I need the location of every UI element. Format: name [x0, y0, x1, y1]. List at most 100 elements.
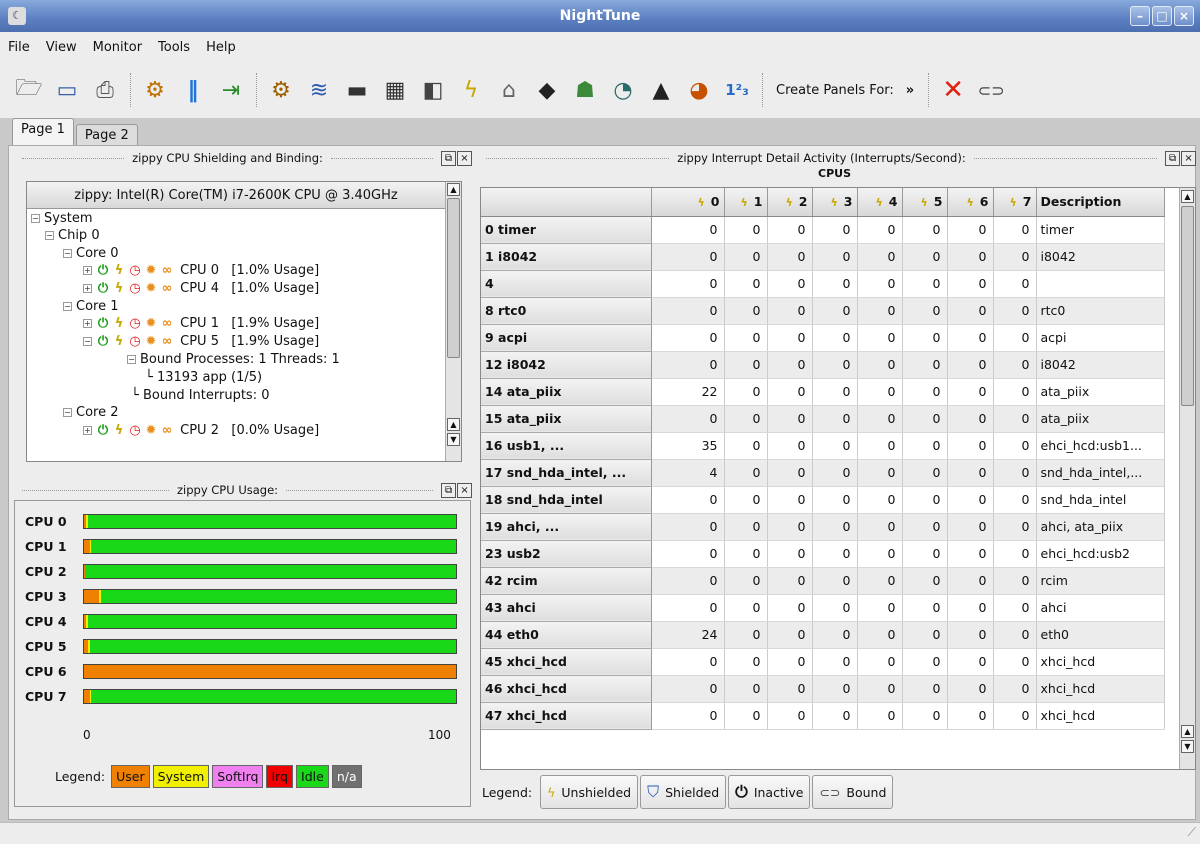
clock-icon[interactable]: ◕ [684, 75, 714, 105]
interrupt-name[interactable]: 45 xhci_hcd [481, 648, 652, 676]
table-row[interactable]: 8 rtc0 0 0 0 0 0 0 0 0 rtc0 [481, 297, 1182, 325]
table-row[interactable]: 14 ata_piix 22 0 0 0 0 0 0 0 ata_piix [481, 378, 1182, 406]
tree-node-cpu4[interactable]: + ⏻ ϟ ◷ ✹ ∞ CPU 4 [1.0% Usage] [83, 280, 319, 297]
table-row[interactable]: 42 rcim 0 0 0 0 0 0 0 0 rcim [481, 567, 1182, 595]
shield-stack-icon[interactable]: ≋ [304, 75, 334, 105]
column-header-cpu[interactable]: ϟ0 [651, 188, 725, 217]
bound-connector-icon[interactable]: ⊂⊃ [976, 75, 1006, 105]
interrupt-name[interactable]: 1 i8042 [481, 243, 652, 271]
tab-page-1[interactable]: Page 1 [12, 118, 74, 146]
interrupt-name[interactable]: 17 snd_hda_intel, ... [481, 459, 652, 487]
interrupt-name[interactable]: 4 [481, 270, 652, 298]
create-panels-overflow[interactable]: » [906, 83, 914, 98]
tree-node-system[interactable]: − System [31, 210, 92, 227]
print-icon[interactable]: ⎙ [90, 75, 120, 105]
close-panel-icon[interactable]: × [1181, 150, 1197, 166]
column-header-cpu[interactable]: ϟ2 [767, 188, 813, 217]
tree-node-core1[interactable]: − Core 1 [63, 298, 119, 315]
scroll-down-icon[interactable]: ▼ [1181, 740, 1194, 753]
ethernet-icon[interactable]: ◔ [608, 75, 638, 105]
nighttune-icon[interactable]: ☾ [8, 7, 26, 25]
table-row[interactable]: 45 xhci_hcd 0 0 0 0 0 0 0 0 xhci_hcd [481, 648, 1182, 676]
table-row[interactable]: 47 xhci_hcd 0 0 0 0 0 0 0 0 xhci_hcd [481, 702, 1182, 730]
interrupt-name[interactable]: 44 eth0 [481, 621, 652, 649]
tree-node-cpu2[interactable]: + ⏻ ϟ ◷ ✹ ∞ CPU 2 [0.0% Usage] [83, 422, 319, 439]
linux-icon[interactable]: ▲ [646, 75, 676, 105]
interrupt-name[interactable]: 19 ahci, ... [481, 513, 652, 541]
close-panel-icon[interactable]: × [457, 150, 472, 166]
tree-node-cpu0[interactable]: + ⏻ ϟ ◷ ✹ ∞ CPU 0 [1.0% Usage] [83, 262, 319, 279]
interrupt-table[interactable]: ϟ 0 ϟ 1 ϟ 2 ϟ 3 ϟ 4 ϟ 5 ϟ 6 ϟ 7 Description 0 timer 0 0 0 0 0… [480, 187, 1196, 770]
tree-node-bound-processes[interactable]: − Bound Processes: 1 Threads: 1 [127, 351, 340, 368]
float-icon[interactable]: ⧉ [441, 150, 456, 166]
numbers-icon[interactable]: 1²₃ [722, 75, 752, 105]
float-icon[interactable]: ⧉ [441, 482, 457, 498]
tree-node-cpu1[interactable]: + ⏻ ϟ ◷ ✹ ∞ CPU 1 [1.9% Usage] [83, 315, 319, 332]
legend-shielded-button[interactable]: ⛉ Shielded [640, 775, 727, 809]
table-row[interactable]: 18 snd_hda_intel 0 0 0 0 0 0 0 0 snd_hda_intel [481, 486, 1182, 514]
table-row[interactable]: 17 snd_hda_intel, ... 4 0 0 0 0 0 0 0 snd_hda_int… [481, 459, 1182, 487]
maximize-icon[interactable]: □ [1152, 6, 1172, 26]
interrupt-name[interactable]: 23 usb2 [481, 540, 652, 568]
tree-node-process[interactable]: └ 13193 app (1/5) [145, 369, 262, 386]
cpu-tree[interactable]: zippy: Intel(R) Core(TM) i7-2600K CPU @ … [26, 181, 462, 462]
table-scrollbar[interactable]: ▲ ▲ ▼ [1179, 188, 1195, 769]
memory-chip-icon[interactable]: ▬ [342, 75, 372, 105]
interrupt-name[interactable]: 47 xhci_hcd [481, 702, 652, 730]
cpu-chip-icon[interactable]: ▦ [380, 75, 410, 105]
legend-inactive-button[interactable]: ⏻ Inactive [728, 775, 811, 809]
float-icon[interactable]: ⧉ [1165, 150, 1181, 166]
menu-tools[interactable]: Tools [158, 40, 190, 55]
delete-x-icon[interactable]: ✕ [938, 75, 968, 105]
scroll-thumb[interactable] [1181, 206, 1194, 406]
column-header-cpu[interactable]: ϟ4 [857, 188, 903, 217]
table-row[interactable]: 15 ata_piix 0 0 0 0 0 0 0 0 ata_piix [481, 405, 1182, 433]
column-header-cpu[interactable]: ϟ7 [993, 188, 1037, 217]
interrupt-name[interactable]: 14 ata_piix [481, 378, 652, 406]
update-icon[interactable]: ⚙ [140, 75, 170, 105]
interrupt-name[interactable]: 43 ahci [481, 594, 652, 622]
save-icon[interactable]: ▭ [52, 75, 82, 105]
scroll-up-icon[interactable]: ▲ [447, 183, 460, 196]
tree-node-bound-interrupts[interactable]: └ Bound Interrupts: 0 [131, 387, 269, 404]
usage-panel-titlebar[interactable]: zippy CPU Usage: ⧉ × [14, 480, 473, 500]
network-icon[interactable]: ⌂ [494, 75, 524, 105]
column-header-cpu[interactable]: ϟ6 [947, 188, 994, 217]
interrupt-name[interactable]: 0 timer [481, 216, 652, 244]
interrupt-name[interactable]: 15 ata_piix [481, 405, 652, 433]
table-row[interactable]: 0 timer 0 0 0 0 0 0 0 0 timer [481, 216, 1182, 244]
table-row[interactable]: 1 i8042 0 0 0 0 0 0 0 0 i8042 [481, 243, 1182, 271]
column-header-cpu[interactable]: ϟ3 [812, 188, 858, 217]
tree-node-cpu5[interactable]: − ⏻ ϟ ◷ ✹ ∞ CPU 5 [1.9% Usage] [83, 333, 319, 350]
table-row[interactable]: 16 usb1, ... 35 0 0 0 0 0 0 0 ehci_hcd:usb1... [481, 432, 1182, 460]
export-icon[interactable]: ⇥ [216, 75, 246, 105]
minimize-icon[interactable]: – [1130, 6, 1150, 26]
resize-grip-icon[interactable]: ⟋ [1188, 825, 1196, 840]
scroll-down-icon[interactable]: ▼ [447, 433, 460, 446]
table-row[interactable]: 43 ahci 0 0 0 0 0 0 0 0 ahci [481, 594, 1182, 622]
interrupt-name[interactable]: 46 xhci_hcd [481, 675, 652, 703]
interrupt-name[interactable]: 42 rcim [481, 567, 652, 595]
process-icon[interactable]: ⚙ [266, 75, 296, 105]
menu-file[interactable]: File [8, 40, 30, 55]
table-row[interactable]: 44 eth0 24 0 0 0 0 0 0 0 eth0 [481, 621, 1182, 649]
close-icon[interactable]: × [1174, 6, 1194, 26]
menu-view[interactable]: View [46, 40, 77, 55]
interrupt-name[interactable]: 16 usb1, ... [481, 432, 652, 460]
table-row[interactable]: 46 xhci_hcd 0 0 0 0 0 0 0 0 xhci_hcd [481, 675, 1182, 703]
tree-node-chip[interactable]: − Chip 0 [45, 227, 100, 244]
menu-help[interactable]: Help [206, 40, 236, 55]
row-header-column[interactable] [481, 188, 652, 217]
table-row[interactable]: 12 i8042 0 0 0 0 0 0 0 0 i8042 [481, 351, 1182, 379]
scroll-up-icon[interactable]: ▲ [1181, 190, 1194, 203]
pause-icon[interactable]: ‖ [178, 75, 208, 105]
users-icon[interactable]: ☗ [570, 75, 600, 105]
open-folder-icon[interactable]: 🗁 [14, 75, 44, 105]
tab-page-2[interactable]: Page 2 [75, 124, 138, 146]
column-header-cpu[interactable]: ϟ5 [902, 188, 948, 217]
legend-unshielded-button[interactable]: ϟ Unshielded [540, 775, 639, 809]
shielding-panel-titlebar[interactable]: zippy CPU Shielding and Binding: ⧉ × [14, 148, 472, 168]
tree-node-core2[interactable]: − Core 2 [63, 404, 119, 421]
table-row[interactable]: 9 acpi 0 0 0 0 0 0 0 0 acpi [481, 324, 1182, 352]
disk-chip-icon[interactable]: ◧ [418, 75, 448, 105]
